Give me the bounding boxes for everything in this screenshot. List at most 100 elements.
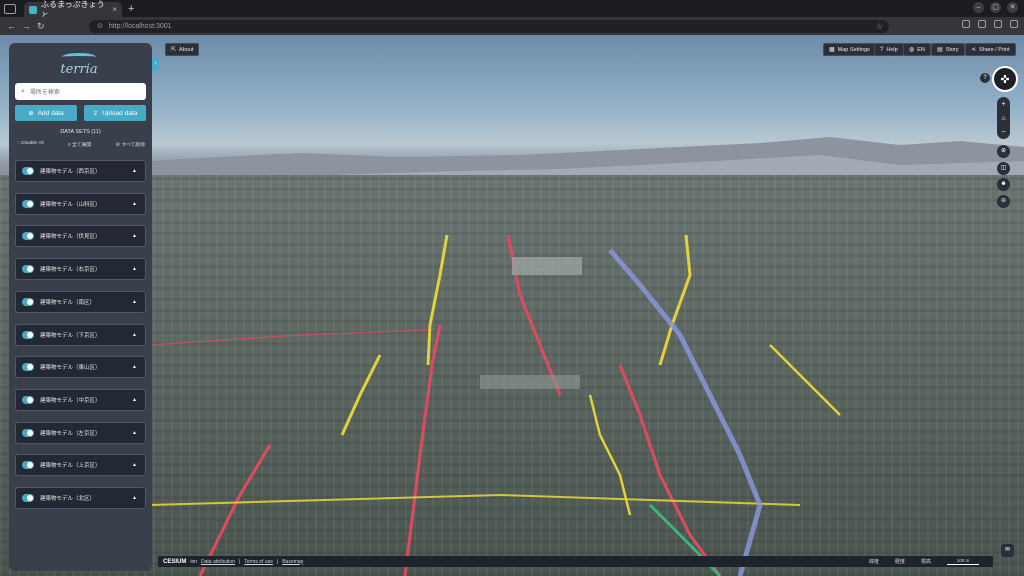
dataset-item[interactable]: 建築物モデル（左京区） ▲ bbox=[15, 421, 146, 444]
close-window-icon[interactable]: ✕ bbox=[1007, 2, 1018, 13]
zoom-out-icon[interactable]: − bbox=[1001, 129, 1005, 136]
disable-all-button[interactable]: ◌ Disable All bbox=[17, 141, 44, 148]
help-label: Help bbox=[886, 46, 898, 53]
dataset-item[interactable]: 建築物モデル（下京区） ▲ bbox=[15, 323, 146, 346]
collapse-panel-button[interactable]: ‹ bbox=[152, 57, 159, 71]
ion-label: ion bbox=[190, 558, 198, 565]
share-print-button[interactable]: ⋖ Share / Print bbox=[965, 43, 1016, 56]
dataset-label: 建築物モデル（左京区） bbox=[40, 430, 101, 437]
reload-icon[interactable]: ↻ bbox=[37, 21, 45, 32]
bookmark-star-icon[interactable]: ☆ bbox=[876, 22, 883, 31]
download-icon[interactable] bbox=[962, 20, 970, 28]
my-location-icon[interactable]: ⊕ bbox=[997, 145, 1010, 158]
dataset-label: 建築物モデル（山科区） bbox=[40, 201, 101, 208]
minimize-icon[interactable]: – bbox=[973, 2, 984, 13]
data-attribution-link[interactable]: Data attribution bbox=[201, 559, 235, 565]
toggle-switch[interactable] bbox=[22, 232, 34, 241]
chevron-up-icon[interactable]: ▲ bbox=[132, 332, 137, 338]
compass-help-icon[interactable]: ? bbox=[980, 73, 990, 83]
help-icon: ? bbox=[880, 46, 884, 53]
dataset-label: 建築物モデル（下京区） bbox=[40, 332, 101, 339]
about-label: About bbox=[179, 46, 194, 53]
zoom-control: + ⌂ − bbox=[997, 97, 1010, 139]
toggle-switch[interactable] bbox=[22, 494, 34, 502]
dataset-label: 建築物モデル（伏見区） bbox=[40, 234, 101, 241]
longitude-label: 経度 bbox=[894, 559, 905, 565]
toggle-switch[interactable] bbox=[22, 428, 34, 437]
favicon-icon bbox=[29, 5, 37, 14]
terms-of-use-link[interactable]: Terms of use bbox=[244, 559, 273, 565]
search-icon: ⌕ bbox=[21, 87, 25, 95]
toggle-switch[interactable] bbox=[22, 363, 34, 372]
language-button[interactable]: ◍ EN bbox=[903, 43, 931, 56]
chevron-up-icon[interactable]: ▲ bbox=[132, 462, 137, 468]
compass-control[interactable]: ✜ bbox=[992, 66, 1018, 92]
cesium-logo[interactable]: CESIUM bbox=[163, 559, 186, 565]
chevron-up-icon[interactable]: ▲ bbox=[132, 168, 137, 174]
dataset-label: 建築物モデル（南区） bbox=[40, 299, 96, 306]
map-viewport[interactable] bbox=[0, 35, 1024, 576]
chevron-up-icon[interactable]: ▲ bbox=[132, 299, 137, 305]
dataset-item[interactable]: 建築物モデル（西京区） ▲ bbox=[15, 160, 146, 182]
browser-tab[interactable]: ふるまっぷきょうと × bbox=[24, 0, 122, 20]
dataset-item[interactable]: 建築物モデル（東山区） ▲ bbox=[15, 356, 146, 379]
terria-logo[interactable]: terria bbox=[59, 53, 99, 81]
chevron-up-icon[interactable]: ▲ bbox=[132, 233, 137, 239]
share-label: Share / Print bbox=[979, 46, 1010, 53]
map-settings-button[interactable]: ▦ Map Settings bbox=[823, 43, 876, 56]
extension-icon[interactable] bbox=[978, 20, 986, 28]
chevron-up-icon[interactable]: ▲ bbox=[132, 397, 137, 403]
location-search-input[interactable]: ⌕ 場所を検索 bbox=[15, 83, 146, 100]
toggle-switch[interactable] bbox=[22, 395, 34, 404]
chevron-up-icon[interactable]: ▲ bbox=[132, 495, 137, 501]
toggle-switch[interactable] bbox=[22, 461, 34, 470]
chevron-up-icon[interactable]: ▲ bbox=[132, 430, 137, 436]
url-field[interactable]: ⊙ http://localhost:3001 ☆ bbox=[89, 19, 889, 33]
home-icon[interactable]: ⌂ bbox=[1001, 115, 1005, 122]
zoom-in-icon[interactable]: + bbox=[1001, 101, 1005, 108]
maximize-icon[interactable]: ▢ bbox=[990, 2, 1001, 13]
dataset-item[interactable]: 建築物モデル（上京区） ▲ bbox=[15, 454, 146, 477]
tab-overview-icon[interactable] bbox=[4, 3, 16, 14]
toggle-switch[interactable] bbox=[22, 167, 34, 175]
toggle-switch[interactable] bbox=[22, 330, 34, 339]
tab-close-icon[interactable]: × bbox=[112, 5, 117, 14]
measure-tool-icon[interactable]: ⊖ bbox=[997, 195, 1010, 208]
toggle-switch[interactable] bbox=[22, 265, 34, 274]
dataset-label: 建築物モデル（右京区） bbox=[40, 267, 101, 274]
browser-tab-bar: ふるまっぷきょうと × + – ▢ ✕ bbox=[0, 0, 1024, 20]
remove-all-button[interactable]: ⊗ すべて削除 bbox=[115, 141, 145, 148]
about-button[interactable]: ⇱ About bbox=[165, 43, 200, 56]
dataset-item[interactable]: 建築物モデル（北区） ▲ bbox=[15, 487, 146, 509]
split-view-icon[interactable]: ◫ bbox=[997, 162, 1010, 175]
chevron-up-icon[interactable]: ▲ bbox=[132, 364, 137, 370]
story-button[interactable]: ▤ Story bbox=[931, 43, 965, 56]
upload-data-button[interactable]: ⇪ Upload data bbox=[84, 105, 146, 121]
dataset-item[interactable]: 建築物モデル（右京区） ▲ bbox=[15, 258, 146, 281]
new-tab-button[interactable]: + bbox=[128, 3, 134, 15]
share-icon: ⋖ bbox=[971, 47, 977, 53]
back-icon[interactable]: ← bbox=[7, 21, 16, 31]
expand-all-button[interactable]: ≡ 全て展開 bbox=[68, 141, 91, 148]
dataset-item[interactable]: 建築物モデル（中京区） ▲ bbox=[15, 388, 146, 411]
menu-icon[interactable] bbox=[1010, 20, 1018, 28]
url-text: http://localhost:3001 bbox=[108, 22, 172, 30]
dataset-actions: ◌ Disable All ≡ 全て展開 ⊗ すべて削除 bbox=[17, 141, 145, 148]
toggle-switch[interactable] bbox=[22, 297, 34, 306]
pedestrian-mode-icon[interactable]: ☻ bbox=[997, 178, 1010, 191]
help-button[interactable]: ? Help bbox=[874, 43, 904, 56]
feedback-icon[interactable]: ✉ bbox=[1001, 544, 1014, 557]
dataset-item[interactable]: 建築物モデル（山科区） ▲ bbox=[15, 192, 146, 215]
separator-2: | bbox=[276, 558, 279, 565]
dataset-item[interactable]: 建築物モデル（南区） ▲ bbox=[15, 290, 146, 313]
dataset-item[interactable]: 建築物モデル（伏見区） ▲ bbox=[15, 225, 146, 248]
add-data-button[interactable]: ⊕ Add data bbox=[15, 105, 77, 121]
toggle-switch[interactable] bbox=[22, 199, 34, 208]
puzzle-icon[interactable] bbox=[994, 20, 1002, 28]
forward-icon[interactable]: → bbox=[22, 21, 31, 31]
window-controls: – ▢ ✕ bbox=[973, 2, 1018, 13]
chevron-up-icon[interactable]: ▲ bbox=[132, 266, 137, 272]
basemap-link[interactable]: Basemap bbox=[282, 559, 303, 565]
site-info-icon[interactable]: ⊙ bbox=[97, 22, 103, 30]
chevron-up-icon[interactable]: ▲ bbox=[132, 201, 137, 207]
